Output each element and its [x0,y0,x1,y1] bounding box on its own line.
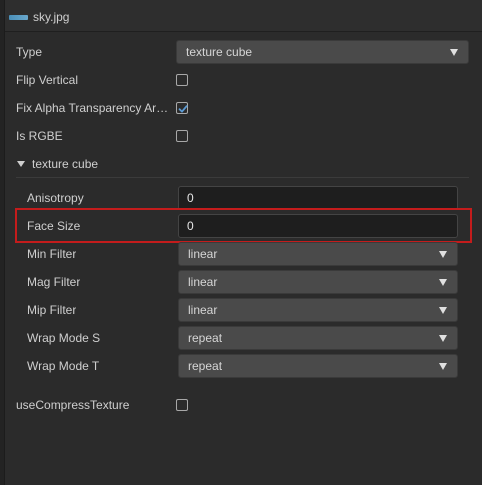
min-filter-select[interactable]: linear [178,242,458,266]
chevron-down-icon [439,279,447,286]
chevron-down-icon [439,307,447,314]
use-compress-texture-label: useCompressTexture [16,398,130,412]
wrap-mode-s-value: repeat [188,331,223,345]
inspector-panel: Type texture cube Flip Vertical Fix Alph… [5,32,482,485]
fix-alpha-label: Fix Alpha Transparency Ar… [16,101,169,115]
wrap-mode-t-select[interactable]: repeat [178,354,458,378]
caret-down-icon[interactable] [17,161,25,167]
mag-filter-label: Mag Filter [27,275,81,289]
is-rgbe-checkbox[interactable] [176,130,188,142]
checkmark-icon [178,105,188,113]
section-divider [16,177,469,178]
anisotropy-label: Anisotropy [27,191,84,205]
type-label: Type [16,45,43,59]
flip-vertical-label: Flip Vertical [16,73,79,87]
face-size-input[interactable]: 0 [178,214,458,238]
min-filter-label: Min Filter [27,247,77,261]
anisotropy-input[interactable]: 0 [178,186,458,210]
chevron-down-icon [439,363,447,370]
mag-filter-select[interactable]: linear [178,270,458,294]
wrap-mode-s-select[interactable]: repeat [178,326,458,350]
use-compress-texture-checkbox[interactable] [176,399,188,411]
asset-title: sky.jpg [33,10,70,24]
min-filter-value: linear [188,247,218,261]
is-rgbe-label: Is RGBE [16,129,63,143]
image-file-icon [9,15,28,20]
face-size-label: Face Size [27,219,81,233]
chevron-down-icon [439,251,447,258]
mip-filter-select[interactable]: linear [178,298,458,322]
mip-filter-label: Mip Filter [27,303,77,317]
section-title[interactable]: texture cube [32,157,98,171]
chevron-down-icon [450,49,458,56]
mip-filter-value: linear [188,303,218,317]
wrap-mode-t-label: Wrap Mode T [27,359,100,373]
face-size-value: 0 [187,219,194,233]
chevron-down-icon [439,335,447,342]
fix-alpha-checkbox[interactable] [176,102,188,114]
asset-title-bar: sky.jpg [5,0,482,32]
flip-vertical-checkbox[interactable] [176,74,188,86]
wrap-mode-t-value: repeat [188,359,223,373]
type-select-value: texture cube [186,45,253,59]
wrap-mode-s-label: Wrap Mode S [27,331,101,345]
type-select[interactable]: texture cube [176,40,469,64]
mag-filter-value: linear [188,275,218,289]
anisotropy-value: 0 [187,191,194,205]
